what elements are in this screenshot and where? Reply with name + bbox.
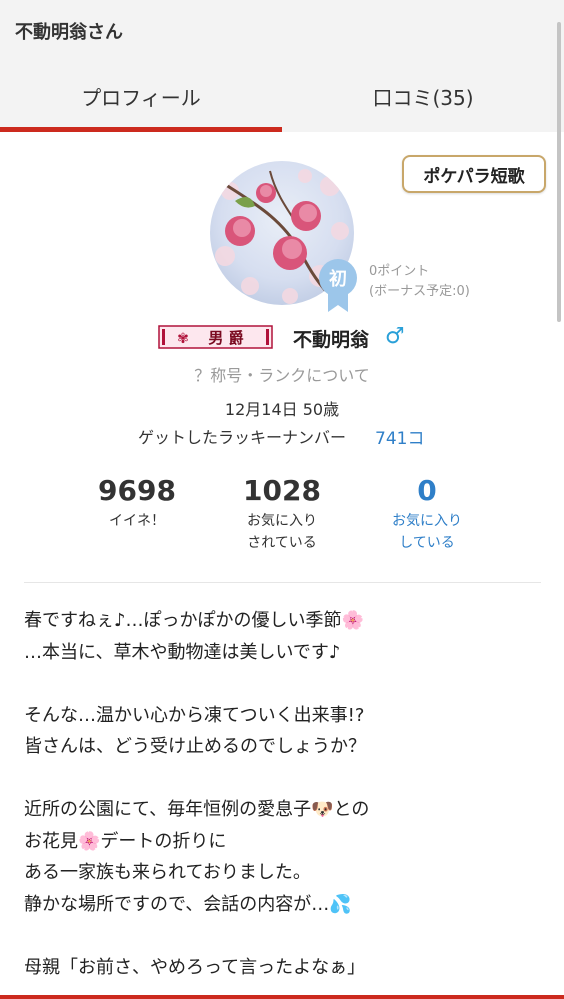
scrollbar[interactable] — [557, 22, 561, 322]
post-line: ある一家族も来られておりました。 — [24, 862, 311, 883]
stat-label: イイネ！ — [109, 513, 165, 529]
bonus-value: (ボーナス予定:0) — [369, 284, 470, 299]
stat-value: 9698 — [98, 474, 176, 507]
stat-label: お気に入り されている — [202, 510, 362, 554]
post-line — [24, 763, 544, 795]
beginner-ribbon-icon: 初 — [318, 258, 358, 312]
points-info: 0ポイント (ボーナス予定:0) — [369, 262, 470, 302]
stat-value: 1028 — [243, 474, 321, 507]
post-line: 皆さんは、どう受け止めるのでしょうか？ — [24, 736, 366, 757]
post-line — [24, 668, 544, 700]
lucky-number-label: ゲットしたラッキーナンバー — [138, 428, 347, 447]
post-line — [24, 920, 544, 952]
post-line: …本当に、草木や動物達は美しいです♪ — [24, 641, 341, 663]
tab-reviews[interactable]: 口コミ(35) — [282, 82, 564, 110]
tab-profile[interactable]: プロフィール — [0, 82, 282, 110]
stat-label-line: お気に入り — [392, 513, 462, 529]
male-icon: ♂ — [385, 324, 405, 349]
stat-favorited-by: 1028 お気に入り されている — [202, 474, 362, 554]
pokepara-tanka-button[interactable]: ポケパラ短歌 — [402, 155, 546, 193]
stat-label: お気に入り している — [347, 510, 507, 554]
badge-char: 初 — [329, 268, 347, 290]
stat-label-line: お気に入り — [247, 513, 317, 529]
post-line: 近所の公園にて、毎年恒例の愛息子🐶との — [24, 799, 370, 820]
divider — [24, 582, 541, 583]
stat-likes: 9698 イイネ！ — [57, 474, 217, 532]
stat-value: 0 — [417, 474, 437, 507]
active-tab-indicator — [0, 127, 282, 132]
lucky-number-link[interactable]: 741コ — [375, 424, 424, 449]
stat-label-line: している — [399, 535, 455, 551]
post-line: 母親「お前さ、やめろって言ったよなぁ」 — [24, 956, 366, 978]
stat-label-line: されている — [247, 535, 317, 551]
post-line: 静かな場所ですので、会話の内容が…💦 — [24, 893, 352, 915]
post-line: 春ですねぇ♪…ぽっかぽかの優しい季節🌸 — [24, 610, 364, 631]
post-line: そんな…温かい心から凍てついく出来事!? — [24, 704, 365, 726]
header: 不動明翁さん プロフィール 口コミ(35) — [0, 0, 564, 132]
page-title: 不動明翁さん — [15, 22, 123, 43]
post-body: 春ですねぇ♪…ぽっかぽかの優しい季節🌸 …本当に、草木や動物達は美しいです♪ そ… — [24, 605, 544, 983]
username: 不動明翁 — [293, 329, 370, 351]
rank-title-text: 男 爵 — [208, 329, 243, 347]
svg-text:✾: ✾ — [177, 331, 189, 347]
rank-info-link[interactable]: ？称号・ランクについて — [0, 362, 564, 386]
stat-favoriting-link[interactable]: 0 お気に入り している — [347, 474, 507, 554]
rank-title-badge: ✾ 男 爵 — [158, 325, 273, 349]
post-line: お花見🌸デートの折りに — [24, 830, 227, 852]
points-value: 0ポイント — [369, 264, 430, 279]
birthday-age: 12月14日 50歳 — [224, 400, 340, 419]
bottom-accent-bar — [0, 995, 564, 999]
